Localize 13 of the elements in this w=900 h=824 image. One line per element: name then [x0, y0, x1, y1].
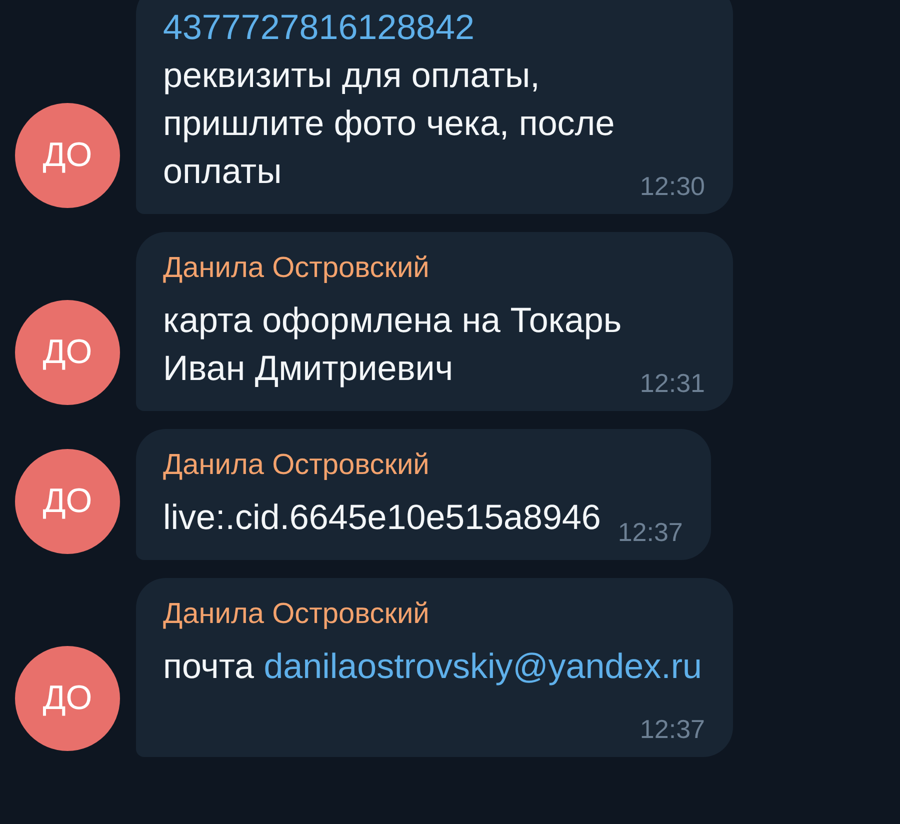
message-text: реквизиты для оплаты, пришлите фото чека, после оплаты [163, 56, 615, 191]
message-time: 12:37 [618, 517, 683, 548]
message-text: карта оформлена на Токарь Иван Дмитриевич [163, 301, 622, 388]
message-time: 12:31 [640, 368, 705, 399]
message-link[interactable]: 4377727816128842 [163, 8, 474, 47]
message-time: 12:30 [640, 171, 705, 202]
message-text: почта [163, 647, 255, 686]
message-text: live:.cid.6645e10e515a8946 [163, 498, 601, 537]
message-time: 12:37 [640, 714, 705, 745]
message-link[interactable]: danilaostrovskiy@yandex.ru [264, 647, 702, 686]
sender-name[interactable]: Данила Островский [163, 252, 703, 285]
sender-name[interactable]: Данила Островский [163, 449, 681, 482]
sender-name[interactable]: Данила Островский [163, 598, 703, 631]
